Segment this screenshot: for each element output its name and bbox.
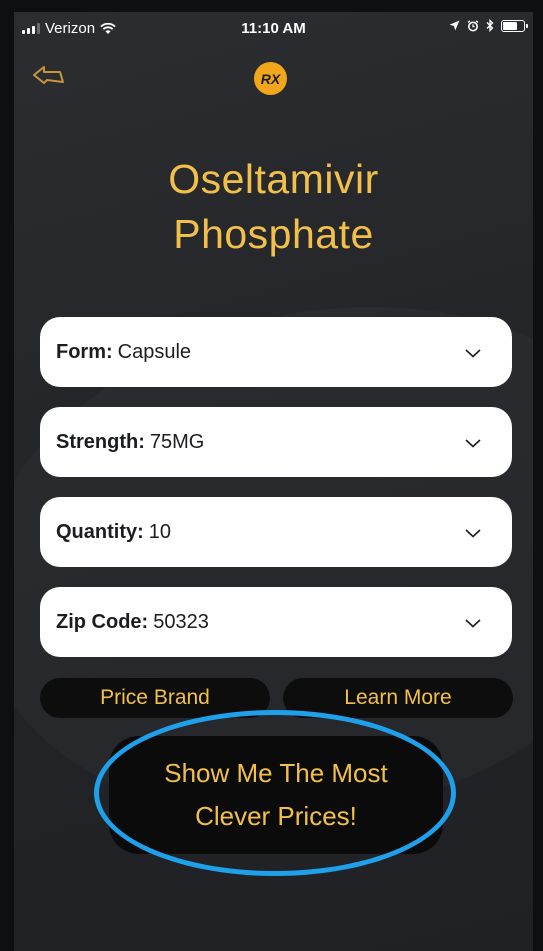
drug-title-line1: Oseltamivir xyxy=(168,156,379,202)
battery-icon xyxy=(501,19,528,32)
show-prices-label: Show Me The Most Clever Prices! xyxy=(126,752,426,838)
form-label: Form: xyxy=(56,340,113,363)
form-select[interactable]: Form: Capsule xyxy=(40,317,512,387)
show-prices-line2: Clever Prices! xyxy=(195,801,357,831)
zip-code-select[interactable]: Zip Code: 50323 xyxy=(40,587,512,657)
form-value: Capsule xyxy=(117,340,192,363)
rx-logo: RX xyxy=(254,62,287,95)
quantity-label: Quantity: xyxy=(56,520,144,543)
drug-title-line2: Phosphate xyxy=(173,211,374,257)
alarm-icon xyxy=(467,19,479,31)
learn-more-button[interactable]: Learn More xyxy=(283,678,513,718)
price-brand-button[interactable]: Price Brand xyxy=(40,678,270,718)
quantity-select[interactable]: Quantity: 10 xyxy=(40,497,512,567)
show-prices-button[interactable]: Show Me The Most Clever Prices! xyxy=(109,736,443,854)
phone-frame: Verizon 11:10 AM RX Oseltamivir Phosphat… xyxy=(0,0,543,951)
status-right xyxy=(449,19,528,32)
chevron-down-icon xyxy=(465,529,481,538)
show-prices-line1: Show Me The Most xyxy=(164,758,388,788)
strength-label: Strength: xyxy=(56,430,145,453)
chevron-down-icon xyxy=(465,619,481,628)
app-screen: Verizon 11:10 AM RX Oseltamivir Phosphat… xyxy=(14,12,533,951)
strength-value: 75MG xyxy=(149,430,205,453)
back-arrow-icon[interactable] xyxy=(30,62,66,90)
zip-code-value: 50323 xyxy=(153,610,209,633)
status-bar: Verizon 11:10 AM xyxy=(14,12,533,48)
quantity-value: 10 xyxy=(148,520,172,543)
chevron-down-icon xyxy=(465,439,481,448)
location-arrow-icon xyxy=(449,20,460,31)
bluetooth-icon xyxy=(486,19,494,32)
strength-select[interactable]: Strength: 75MG xyxy=(40,407,512,477)
chevron-down-icon xyxy=(465,349,481,358)
zip-code-label: Zip Code: xyxy=(56,610,149,633)
drug-title: Oseltamivir Phosphate xyxy=(14,152,533,262)
